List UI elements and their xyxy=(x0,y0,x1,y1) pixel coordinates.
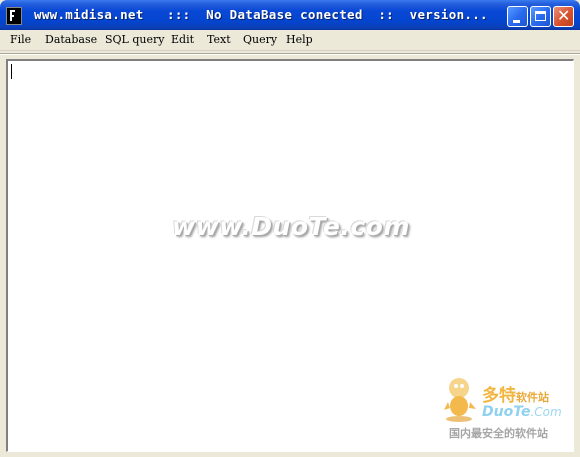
menu-bar: File Database SQL query Edit Text Query … xyxy=(0,30,580,51)
menu-text[interactable]: Text xyxy=(207,33,231,46)
window-title: www.midisa.net ::: No DataBase conected … xyxy=(34,7,488,22)
watermark-text: www.DuoTe.com xyxy=(172,212,410,241)
minimize-icon xyxy=(513,20,520,23)
mascot-icon xyxy=(444,378,476,422)
minimize-button[interactable] xyxy=(507,6,528,27)
menu-query[interactable]: Query xyxy=(243,33,277,46)
close-icon: ✕ xyxy=(557,6,571,25)
text-caret xyxy=(11,64,12,79)
logo-chinese-text: 多特软件站 xyxy=(482,386,549,406)
menu-sql-query[interactable]: SQL query xyxy=(105,33,164,46)
logo-english-text: DuoTe.Com xyxy=(482,404,562,420)
maximize-button[interactable] xyxy=(530,6,551,27)
menu-separator xyxy=(0,53,580,55)
maximize-icon xyxy=(535,11,546,21)
title-bar[interactable]: www.midisa.net ::: No DataBase conected … xyxy=(0,0,580,30)
close-button[interactable]: ✕ xyxy=(553,6,574,27)
logo-slogan: 国内最安全的软件站 xyxy=(449,427,548,440)
menu-file[interactable]: File xyxy=(10,33,31,46)
app-icon[interactable] xyxy=(6,7,22,25)
menu-edit[interactable]: Edit xyxy=(171,33,194,46)
menu-database[interactable]: Database xyxy=(45,33,97,46)
menu-help[interactable]: Help xyxy=(286,33,313,46)
duote-logo: 多特软件站 DuoTe.Com 国内最安全的软件站 xyxy=(444,376,576,446)
app-window: www.midisa.net ::: No DataBase conected … xyxy=(0,0,580,457)
